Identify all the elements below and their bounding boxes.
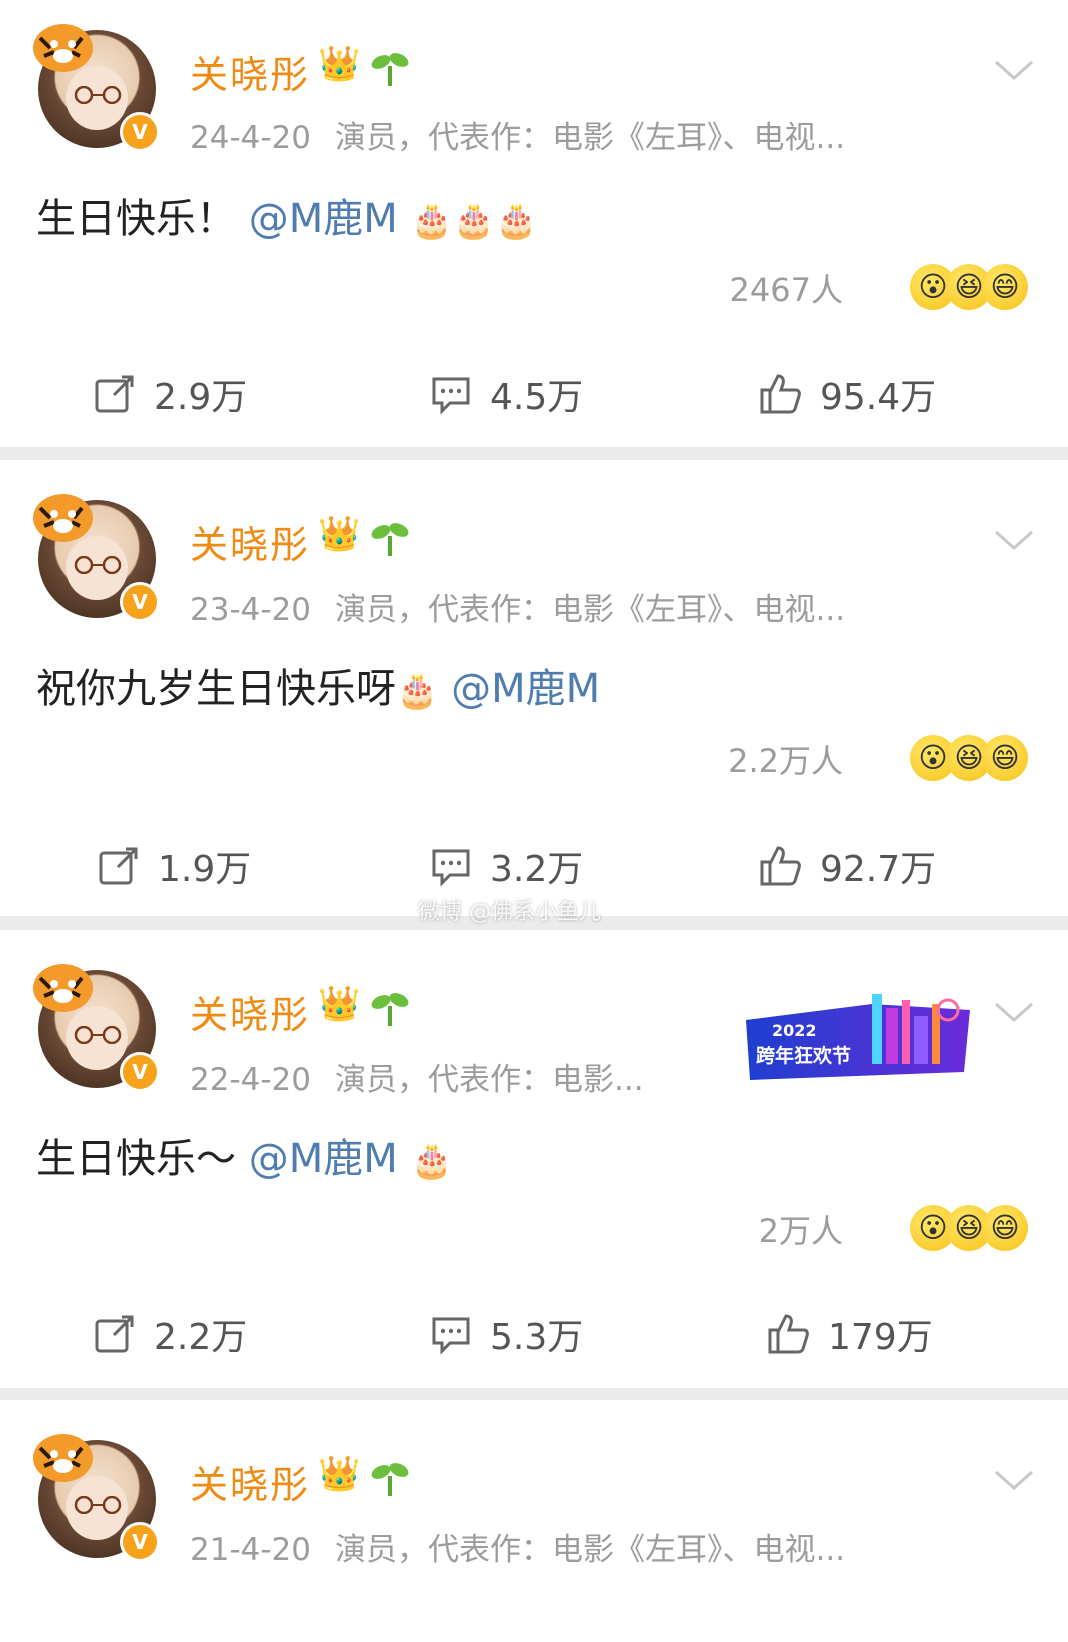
comment-button[interactable]: 4.5万	[430, 368, 583, 420]
like-button[interactable]: 95.4万	[758, 368, 936, 420]
avatar[interactable]: V	[33, 1434, 160, 1562]
author-bio: 演员，代表作：电影《左耳》、电视...	[335, 1532, 846, 1568]
like-icon	[760, 846, 801, 886]
crown-icon: 👑	[318, 1454, 361, 1494]
post-text: 生日快乐！ @M鹿M 🎂🎂🎂	[36, 186, 537, 244]
comment-button[interactable]: 5.3万	[430, 1308, 583, 1360]
chevron-down-icon[interactable]	[994, 58, 1034, 82]
crown-icon: 👑	[318, 984, 361, 1024]
chevron-down-icon[interactable]	[994, 528, 1034, 552]
post-text-main: 生日快乐！	[36, 196, 236, 242]
author-name[interactable]: 关晓彤	[190, 514, 310, 569]
reaction-count[interactable]: 2万人	[759, 1206, 843, 1252]
sprout-icon	[371, 523, 409, 556]
post-meta: 22-4-20 演员，代表作：电影...	[190, 1054, 644, 1099]
post-text-main: 生日快乐～	[36, 1136, 236, 1182]
comment-button[interactable]: 3.2万	[430, 840, 583, 892]
repost-icon	[99, 847, 138, 885]
reaction-emojis[interactable]: 😮 😆 😄	[910, 1205, 1028, 1255]
verified-badge-icon: V	[120, 1052, 160, 1092]
comment-icon	[432, 1317, 470, 1355]
banner-year: 2022	[772, 1021, 817, 1040]
sprout-icon	[371, 1463, 409, 1496]
author-bio: 演员，代表作：电影《左耳》、电视...	[335, 120, 846, 156]
post-text-main: 祝你九岁生日快乐呀	[36, 666, 396, 712]
comment-icon	[432, 377, 470, 415]
post-meta: 23-4-20 演员，代表作：电影《左耳》、电视...	[190, 584, 845, 629]
repost-count: 1.9万	[158, 849, 252, 890]
banner-title: 跨年狂欢节	[756, 1044, 851, 1067]
grin-emoji-icon: 😄	[982, 735, 1028, 781]
chevron-down-icon[interactable]	[994, 1468, 1034, 1492]
like-button[interactable]: 92.7万	[758, 840, 936, 892]
repost-button[interactable]: 2.2万	[94, 1308, 247, 1360]
tiger-icon	[33, 1434, 93, 1482]
watermark: 微博 @佛系小鱼儿	[418, 900, 601, 925]
author-bio: 演员，代表作：电影...	[335, 1062, 644, 1098]
post-text: 祝你九岁生日快乐呀🎂 @M鹿M	[36, 656, 600, 714]
repost-count: 2.9万	[154, 377, 248, 418]
verified-badge-icon: V	[120, 112, 160, 152]
mention-link[interactable]: @M鹿M	[249, 1136, 398, 1182]
author-name[interactable]: 关晓彤	[190, 44, 310, 99]
tiger-icon	[33, 964, 93, 1012]
cake-emoji: 🎂	[396, 671, 439, 711]
post-date[interactable]: 22-4-20	[190, 1062, 311, 1098]
comment-count: 3.2万	[490, 849, 584, 890]
glasses-icon	[74, 1496, 122, 1514]
cake-emoji: 🎂	[410, 1141, 453, 1181]
post-date[interactable]: 23-4-20	[190, 592, 311, 628]
author-name[interactable]: 关晓彤	[190, 984, 310, 1039]
like-count: 179万	[828, 1317, 933, 1358]
like-count: 92.7万	[820, 849, 937, 890]
mention-link[interactable]: @M鹿M	[451, 666, 600, 712]
reaction-emojis[interactable]: 😮 😆 😄	[910, 264, 1028, 314]
avatar[interactable]: V	[33, 964, 160, 1092]
chevron-down-icon[interactable]	[994, 1000, 1034, 1024]
like-icon	[760, 374, 801, 414]
crown-icon: 👑	[318, 44, 361, 84]
avatar[interactable]: V	[33, 24, 160, 152]
post-date[interactable]: 21-4-20	[190, 1532, 311, 1568]
post-card: V 关晓彤 👑 23-4-20 演员，代表作：电影《左耳》、电视... 祝你九岁生…	[0, 460, 1068, 916]
glasses-icon	[74, 86, 122, 104]
tiger-icon	[33, 494, 93, 542]
post-date[interactable]: 24-4-20	[190, 120, 311, 156]
glasses-icon	[74, 556, 122, 574]
cake-emoji: 🎂🎂🎂	[410, 201, 538, 241]
grin-emoji-icon: 😄	[982, 1205, 1028, 1251]
reaction-emojis[interactable]: 😮 😆 😄	[910, 735, 1028, 785]
crown-icon: 👑	[318, 514, 361, 554]
like-button[interactable]: 179万	[766, 1308, 933, 1360]
like-count: 95.4万	[820, 377, 937, 418]
sprout-icon	[371, 53, 409, 86]
post-card: V 关晓彤 👑 24-4-20 演员，代表作：电影《左耳》、电视... 生日快乐！…	[0, 0, 1068, 447]
festival-banner[interactable]: 2022 跨年狂欢节	[742, 990, 974, 1086]
sprout-icon	[371, 993, 409, 1026]
grin-emoji-icon: 😄	[982, 264, 1028, 310]
verified-badge-icon: V	[120, 582, 160, 622]
comment-count: 5.3万	[490, 1317, 584, 1358]
mention-link[interactable]: @M鹿M	[249, 196, 398, 242]
reaction-count[interactable]: 2.2万人	[728, 736, 843, 782]
repost-button[interactable]: 1.9万	[98, 840, 251, 892]
repost-count: 2.2万	[154, 1317, 248, 1358]
repost-icon	[95, 375, 134, 413]
verified-badge-icon: V	[120, 1522, 160, 1562]
post-meta: 21-4-20 演员，代表作：电影《左耳》、电视...	[190, 1524, 845, 1569]
post-meta: 24-4-20 演员，代表作：电影《左耳》、电视...	[190, 112, 845, 157]
author-bio: 演员，代表作：电影《左耳》、电视...	[335, 592, 846, 628]
comment-count: 4.5万	[490, 377, 584, 418]
repost-icon	[95, 1315, 134, 1353]
repost-button[interactable]: 2.9万	[94, 368, 247, 420]
avatar[interactable]: V	[33, 494, 160, 622]
like-icon	[768, 1314, 809, 1354]
post-card: V 关晓彤 👑 21-4-20 演员，代表作：电影《左耳》、电视...	[0, 1400, 1068, 1642]
reaction-count[interactable]: 2467人	[730, 265, 843, 311]
author-name[interactable]: 关晓彤	[190, 1454, 310, 1509]
post-text: 生日快乐～ @M鹿M 🎂	[36, 1126, 453, 1184]
comment-icon	[432, 849, 470, 887]
glasses-icon	[74, 1026, 122, 1044]
tiger-icon	[33, 24, 93, 72]
